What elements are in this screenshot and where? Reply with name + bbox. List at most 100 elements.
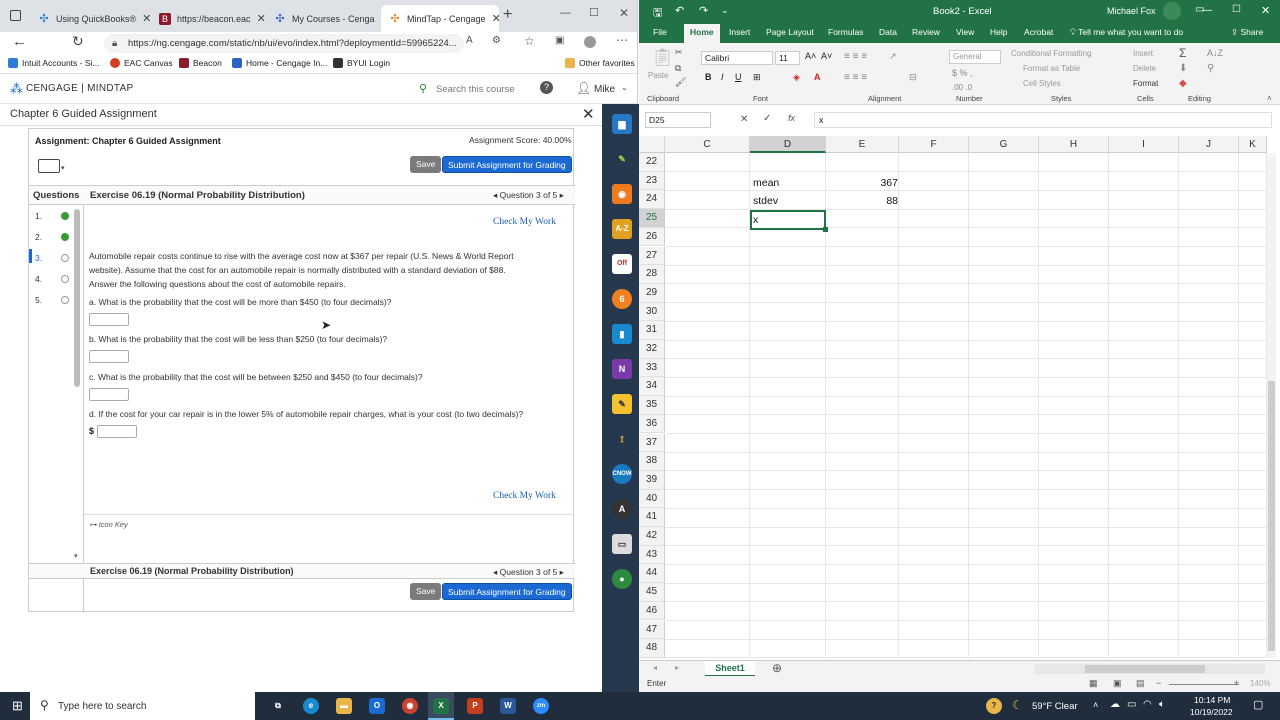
profile-avatar-icon[interactable] — [584, 36, 596, 48]
onenote-app-icon[interactable]: N — [612, 359, 632, 379]
insert-function-icon[interactable]: fx — [788, 113, 795, 123]
question-5-link[interactable]: 5. — [35, 295, 42, 305]
help-tray-icon[interactable]: ? — [986, 698, 1002, 714]
normal-view-icon[interactable]: ▦ — [1089, 678, 1098, 689]
row-header-30[interactable]: 30 — [639, 302, 665, 322]
signal-app-icon[interactable]: ⟟ — [612, 429, 632, 449]
favorites-star-icon[interactable]: ☆ — [524, 34, 535, 48]
enter-entry-icon[interactable]: ✓ — [763, 113, 771, 124]
cell-e24[interactable]: 88 — [826, 192, 898, 210]
clock-app-icon[interactable]: 6 — [612, 289, 632, 309]
tab-formulas[interactable]: Formulas — [828, 27, 863, 37]
column-header-k[interactable]: K — [1239, 136, 1267, 153]
page-layout-view-icon[interactable]: ▣ — [1113, 678, 1122, 689]
question-2-link[interactable]: 2. — [35, 232, 42, 242]
row-header-27[interactable]: 27 — [639, 246, 665, 266]
scrollbar-thumb[interactable] — [74, 209, 80, 387]
select-all-corner[interactable] — [639, 136, 665, 153]
row-header-45[interactable]: 45 — [639, 583, 665, 602]
cnow-app-icon[interactable]: CNOW — [612, 464, 632, 484]
close-tab-icon[interactable]: ✕ — [257, 12, 265, 25]
row-header-38[interactable]: 38 — [639, 452, 665, 471]
icon-key-link[interactable]: ⊶ Icon Key — [89, 520, 128, 529]
paste-icon[interactable]: 📋︎ — [651, 47, 674, 68]
decrease-font-icon[interactable]: A˅ — [821, 51, 832, 61]
scrollbar-thumb[interactable] — [1268, 381, 1275, 651]
scroll-down-icon[interactable]: ▾ — [74, 552, 78, 560]
column-header-h[interactable]: H — [1039, 136, 1109, 153]
tell-me-search[interactable]: 💡︎ Tell me what you want to do — [1070, 27, 1183, 38]
tab-file[interactable]: File — [653, 27, 667, 37]
powerpoint-icon[interactable]: P — [467, 698, 483, 714]
currency-icon[interactable]: $ % , — [952, 68, 973, 78]
check-my-work-button-bottom[interactable]: Check My Work — [493, 491, 556, 501]
file-explorer-icon[interactable]: ▬ — [336, 698, 352, 714]
customize-toolbar-icon[interactable]: ⌄ — [721, 5, 729, 16]
submit-assignment-button-bottom[interactable]: Submit Assignment for Grading — [442, 583, 572, 600]
italic-icon[interactable]: I — [721, 72, 724, 82]
tab-home[interactable]: Home — [684, 24, 720, 43]
row-header-22[interactable]: 22 — [639, 153, 665, 172]
column-header-e[interactable]: E — [826, 136, 899, 153]
close-window-icon[interactable]: ✕ — [1261, 4, 1270, 17]
pen-app-icon[interactable]: ✎ — [612, 149, 632, 169]
task-view-icon[interactable]: ⧉ — [270, 698, 286, 714]
font-name-select[interactable]: Calibri — [701, 51, 773, 65]
account-avatar[interactable] — [1163, 2, 1181, 20]
notifications-icon[interactable]: ▢ — [1253, 698, 1263, 711]
row-header-40[interactable]: 40 — [639, 489, 665, 509]
office-app-icon[interactable]: Off — [612, 254, 632, 274]
row-header-42[interactable]: 42 — [639, 527, 665, 546]
browser-tab-beacon[interactable]: B https://beacon.eac ✕ — [151, 5, 265, 32]
row-header-48[interactable]: 48 — [639, 639, 665, 658]
tab-acrobat[interactable]: Acrobat — [1024, 27, 1053, 37]
tab-insert[interactable]: Insert — [729, 27, 750, 37]
format-cells-button[interactable]: Format — [1133, 79, 1158, 88]
align-top-icon[interactable]: ≡ ≡ ≡ — [844, 51, 867, 62]
chevron-down-icon[interactable]: ▾ — [61, 164, 65, 172]
format-painter-icon[interactable]: 🖌︎ — [675, 77, 686, 88]
sheet-tab-sheet1[interactable]: Sheet1 — [705, 661, 755, 677]
bookmark-eac-canvas[interactable]: EAC Canvas — [110, 58, 173, 68]
tab-page-layout[interactable]: Page Layout — [766, 27, 814, 37]
read-aloud-icon[interactable]: A — [466, 35, 473, 46]
tab-view[interactable]: View — [956, 27, 974, 37]
zoom-out-icon[interactable]: − — [1156, 678, 1161, 688]
merge-center-icon[interactable]: ⊟ — [909, 72, 917, 83]
insert-cells-button[interactable]: Insert — [1133, 49, 1153, 58]
save-button-bottom[interactable]: Save — [410, 583, 442, 600]
weather-text[interactable]: 59°F Clear — [1032, 701, 1078, 712]
format-as-table-button[interactable]: Format as Table — [1023, 64, 1080, 73]
cell-d24[interactable]: stdev — [753, 192, 778, 210]
row-header-29[interactable]: 29 — [639, 283, 665, 303]
browser-tab-my-courses[interactable]: ✣ My Courses - Cenga ✕ — [266, 5, 380, 32]
decimal-icon[interactable]: .00 .0 — [952, 83, 972, 92]
question-4-link[interactable]: 4. — [35, 274, 42, 284]
bold-icon[interactable]: B — [705, 72, 712, 82]
tab-data[interactable]: Data — [879, 27, 897, 37]
tab-review[interactable]: Review — [912, 27, 940, 37]
clock-date[interactable]: 10/19/2022 — [1190, 707, 1233, 717]
fill-color-icon[interactable]: ◈ — [793, 72, 800, 83]
help-icon[interactable]: ? — [540, 81, 553, 94]
fill-handle[interactable] — [823, 227, 828, 232]
maximize-icon[interactable]: ☐ — [589, 6, 599, 19]
spreadsheet-grid[interactable]: CDEFGHIJK 22 23 24 25 26 27 28 29 30 31 32 33 34 35 36… — [639, 136, 1280, 660]
page-break-view-icon[interactable]: ▤ — [1136, 678, 1145, 689]
taskbar-search-input[interactable]: Type here to search — [58, 701, 146, 712]
a-z-app-icon[interactable]: A-Z — [612, 219, 632, 239]
bookmark-intuit[interactable]: Intuit Accounts - Si... — [8, 58, 99, 68]
row-header-36[interactable]: 36 — [639, 414, 665, 434]
extension-icon[interactable]: ⚙ — [492, 35, 501, 46]
sort-filter-icon[interactable]: A↓Z — [1207, 48, 1223, 58]
share-button[interactable]: ⇪ Share — [1231, 27, 1263, 38]
cut-icon[interactable]: ✂ — [675, 47, 683, 58]
clear-icon[interactable]: ◆ — [1179, 78, 1187, 89]
tab-actions-icon[interactable] — [10, 10, 21, 21]
answer-c-input[interactable] — [89, 388, 129, 401]
taskbar-search[interactable]: ⚲ Type here to search — [30, 692, 255, 720]
redo-icon[interactable]: ↷ — [699, 4, 708, 17]
back-icon[interactable]: ← — [12, 33, 27, 50]
paste-button[interactable]: Paste — [648, 71, 668, 80]
save-button[interactable]: Save — [410, 156, 442, 173]
